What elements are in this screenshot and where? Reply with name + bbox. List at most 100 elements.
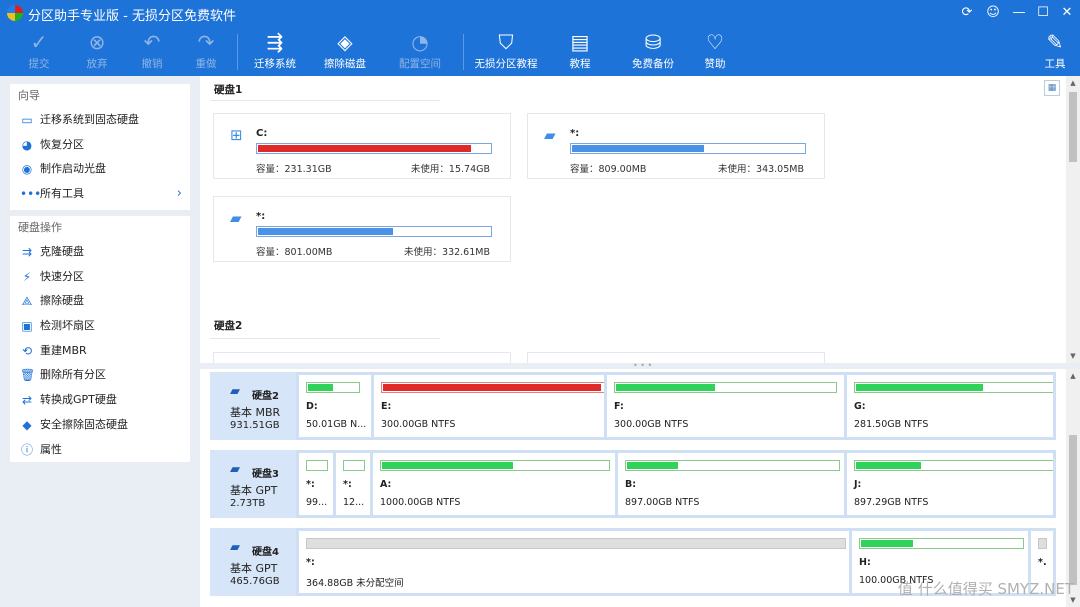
usage-fill — [616, 384, 715, 391]
scroll-up-icon[interactable]: ▲ — [1066, 76, 1080, 90]
sidebar-item-clone-disk[interactable]: ⇉ 克隆硬盘 — [10, 240, 190, 265]
view-toggle-icon[interactable]: ▦ — [1044, 80, 1060, 96]
commit-label: 提交 — [28, 58, 50, 70]
migrate-system-button[interactable]: ⇶ 迁移系统 — [250, 28, 300, 74]
tools-button[interactable]: ✎ 工具 — [1038, 28, 1072, 74]
partition-card-recovery-2[interactable]: ▰ *: 容量：801.00MB 未使用：332.61MB — [213, 196, 511, 262]
sidebar-item-properties[interactable]: ⓘ 属性 — [10, 438, 190, 463]
partition-letter: F: — [614, 401, 624, 412]
eraser-icon: ◆ — [22, 417, 32, 432]
partition-letter: A: — [380, 479, 392, 490]
partition-letter: *: — [306, 557, 315, 568]
undo-button[interactable]: ↶ 撤销 — [135, 28, 169, 74]
sidebar-item-quick-partition[interactable]: ⚡ 快速分区 — [10, 265, 190, 290]
sidebar-item-label: 属性 — [40, 442, 62, 456]
partition-free: 未使用：343.05MB — [718, 164, 804, 175]
partition-capacity: 容量：231.31GB — [256, 164, 332, 175]
partition-block[interactable]: D: 50.01GB N... — [299, 375, 371, 437]
feedback-icon[interactable]: ☺ — [982, 3, 1004, 23]
sidebar-item-label: 擦除硬盘 — [40, 294, 84, 308]
partition-block[interactable]: *: 99... — [299, 453, 333, 515]
undo-label: 撤销 — [141, 58, 163, 70]
close-button[interactable]: ✕ — [1056, 3, 1078, 23]
redo-button[interactable]: ↷ 重做 — [189, 28, 223, 74]
sidebar-item-bad-sectors[interactable]: ▣ 检测坏扇区 — [10, 314, 190, 339]
usage-bar — [256, 226, 492, 237]
partition-letter: J: — [854, 479, 862, 490]
shield-icon: ⛉ — [498, 30, 514, 54]
refresh-icon[interactable]: ⟳ — [956, 3, 978, 23]
sidebar-item-convert-gpt[interactable]: ⇄ 转换成GPT硬盘 — [10, 388, 190, 413]
disk-row-2[interactable]: ▰ 硬盘2 基本 MBR 931.51GB D: 50.01GB N... E:… — [210, 372, 1056, 440]
bottom-scrollbar[interactable]: ▲ ▼ — [1066, 369, 1080, 607]
check-icon: ✓ — [30, 30, 48, 54]
pie-chart-icon: ◔ — [411, 30, 429, 54]
partition-block-unallocated[interactable]: *: 364.88GB 未分配空间 — [299, 531, 849, 593]
usage-bar — [306, 460, 328, 471]
scroll-thumb[interactable] — [1069, 92, 1077, 162]
sidebar-item-rebuild-mbr[interactable]: ⟲ 重建MBR — [10, 339, 190, 364]
partition-block[interactable]: F: 300.00GB NTFS — [607, 375, 844, 437]
book-icon: ▤ — [570, 30, 590, 54]
partition-card-recovery-1[interactable]: ▰ *: 容量：809.00MB 未使用：343.05MB — [527, 113, 825, 179]
sidebar-item-boot-disc[interactable]: ◉ 制作启动光盘 — [10, 157, 190, 182]
commit-button[interactable]: ✓ 提交 — [22, 28, 56, 74]
tutorial-button[interactable]: ▤ 教程 — [563, 28, 597, 74]
disk-name: 硬盘4 — [252, 547, 279, 558]
sidebar-item-label: 删除所有分区 — [40, 368, 106, 382]
partition-block[interactable]: B: 897.00GB NTFS — [618, 453, 844, 515]
discard-button[interactable]: ⊗ 放弃 — [80, 28, 114, 74]
rebuild-icon: ⟲ — [21, 343, 33, 358]
convert-icon: ⇄ — [21, 393, 33, 408]
partition-block[interactable]: A: 1000.00GB NTFS — [373, 453, 615, 515]
partition-card-partial[interactable] — [527, 352, 825, 363]
sidebar-item-recover-partition[interactable]: ◕ 恢复分区 — [10, 133, 190, 158]
lightning-icon: ⚡ — [22, 269, 32, 284]
usage-bar — [306, 538, 846, 549]
toolbar: ✓ 提交 ⊗ 放弃 ↶ 撤销 ↷ 重做 ⇶ 迁移系统 ◈ 擦除磁盘 ◔ 配置空间 — [0, 26, 1080, 76]
migrate-system-label: 迁移系统 — [254, 58, 296, 70]
allocate-space-button[interactable]: ◔ 配置空间 — [395, 28, 445, 74]
sidebar-item-all-tools[interactable]: ••• 所有工具 › — [10, 182, 190, 207]
sidebar-item-delete-all[interactable]: 🗑 删除所有分区 — [10, 363, 190, 388]
partition-size: 50.01GB N... — [306, 419, 367, 430]
partition-tutorial-button[interactable]: ⛉ 无损分区教程 — [472, 28, 540, 74]
hard-disk-icon: ▰ — [230, 462, 240, 477]
partition-block[interactable]: J: 897.29GB NTFS — [847, 453, 1053, 515]
partition-size: 1000.00GB NTFS — [380, 497, 461, 508]
sidebar-item-secure-erase[interactable]: ◆ 安全擦除固态硬盘 — [10, 413, 190, 438]
partition-letter: G: — [854, 401, 866, 412]
free-backup-button[interactable]: ⛁ 免费备份 — [628, 28, 678, 74]
window-title: 分区助手专业版 - 无损分区免费软件 — [28, 9, 236, 24]
sidebar-item-label: 快速分区 — [40, 269, 84, 283]
top-scrollbar[interactable]: ▲ ▼ — [1066, 76, 1080, 363]
partition-block[interactable]: *: 12... — [336, 453, 370, 515]
disk-row-3[interactable]: ▰ 硬盘3 基本 GPT 2.73TB *: 99... *: 12... A:… — [210, 450, 1056, 518]
usage-fill — [382, 462, 513, 469]
wipe-disk-button[interactable]: ◈ 擦除磁盘 — [320, 28, 370, 74]
disk-type: 基本 MBR — [230, 406, 281, 419]
usage-bar — [570, 143, 806, 154]
partition-block[interactable]: E: 300.00GB NTFS — [374, 375, 604, 437]
disk-ops-heading: 硬盘操作 — [18, 221, 62, 234]
app-logo-icon — [7, 5, 23, 21]
sponsor-button[interactable]: ♡ 赞助 — [698, 28, 732, 74]
clone-icon: ⇉ — [21, 245, 33, 259]
partition-block[interactable]: G: 281.50GB NTFS — [847, 375, 1053, 437]
sidebar-item-wipe-disk[interactable]: ⟁ 擦除硬盘 — [10, 289, 190, 314]
allocate-space-label: 配置空间 — [399, 58, 441, 70]
scroll-down-icon[interactable]: ▼ — [1066, 349, 1080, 363]
partition-letter: D: — [306, 401, 318, 412]
sidebar-item-migrate-ssd[interactable]: ▭ 迁移系统到固态硬盘 — [10, 108, 190, 133]
scroll-up-icon[interactable]: ▲ — [1066, 369, 1080, 383]
partition-letter: *: — [343, 479, 352, 490]
more-icon: ••• — [20, 187, 42, 202]
partition-card-partial[interactable] — [213, 352, 511, 363]
maximize-button[interactable]: ☐ — [1032, 3, 1054, 23]
partition-card-c[interactable]: ⊞ C: 容量：231.31GB 未使用：15.74GB — [213, 113, 511, 179]
sidebar-item-label: 转换成GPT硬盘 — [40, 393, 117, 407]
scroll-thumb[interactable] — [1069, 435, 1077, 585]
wipe-disk-label: 擦除磁盘 — [324, 58, 366, 70]
minimize-button[interactable]: — — [1008, 3, 1030, 23]
disk2-title: 硬盘2 — [214, 320, 243, 332]
